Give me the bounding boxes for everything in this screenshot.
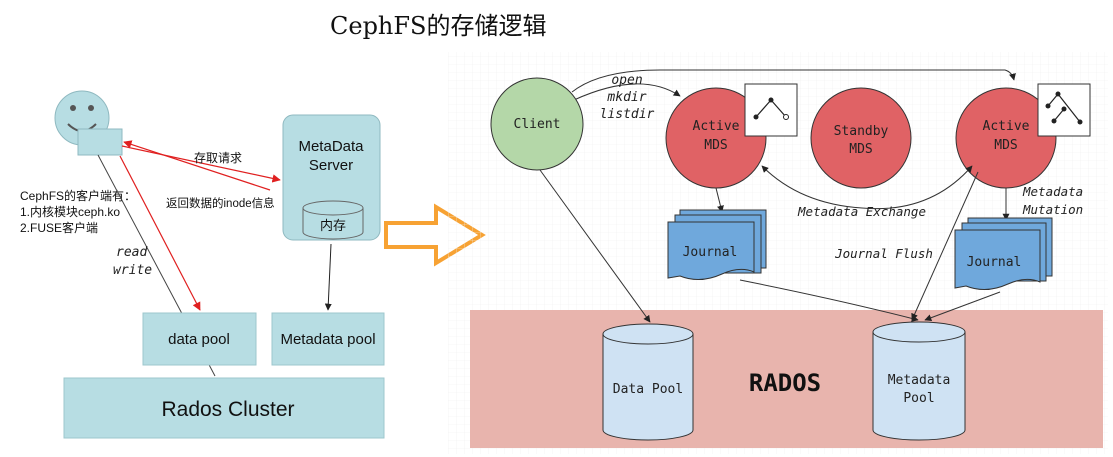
metadata-pool-box: Metadata pool [271, 312, 385, 366]
metadata-label: Metadata [1022, 184, 1083, 199]
return-arrow [123, 140, 271, 191]
page-title: CephFS的存储逻辑 [330, 12, 546, 40]
client-desc-line3: 2.FUSE客户端 [20, 220, 98, 235]
metadata-pool-cylinder-label2: Pool [903, 391, 934, 406]
journal-right-label: Journal [967, 255, 1022, 270]
standby-mds-label1: Standby [834, 124, 889, 139]
smiley-user-icon [54, 90, 123, 156]
mutation-label: Mutation [1022, 202, 1083, 217]
write-label: write [113, 263, 152, 278]
data-pool-label: data pool [168, 331, 230, 348]
data-pool-cylinder: Data Pool [602, 323, 694, 441]
left-diagram: MetaData Server 内存 存取请求 返回数据的inode信息 Cep… [20, 90, 385, 439]
memory-label: 内存 [320, 218, 346, 233]
op-listdir-label: listdir [600, 107, 655, 122]
op-open-label: open [611, 73, 642, 88]
metadata-pool-cylinder-label1: Metadata [888, 373, 951, 388]
active-mds-left-label2: MDS [704, 138, 727, 153]
rados-label: RADOS [749, 369, 821, 397]
read-label: read [116, 245, 147, 260]
request-label: 存取请求 [194, 151, 242, 165]
op-mkdir-label: mkdir [606, 90, 646, 105]
mds-to-metadata-pool-arrow [324, 243, 332, 311]
journal-left-label: Journal [683, 245, 738, 260]
data-pool-box: data pool [142, 312, 257, 366]
journal-left-stack: Journal [667, 209, 767, 280]
tree-icon [744, 83, 798, 137]
data-pool-cylinder-label: Data Pool [613, 382, 683, 397]
client-desc-line1: CephFS的客户端有： [20, 188, 136, 203]
cephfs-diagram: CephFS的存储逻辑 MetaData Server 内存 存取请求 返回数据… [20, 12, 1108, 454]
mds-label-line1: MetaData [298, 138, 364, 155]
active-mds-right-label1: Active [983, 119, 1030, 134]
client-label: Client [514, 117, 561, 132]
metadata-pool-cylinder: Metadata Pool [872, 321, 966, 441]
active-mds-right-label2: MDS [994, 138, 1017, 153]
mds-label-line2: Server [309, 157, 353, 174]
right-diagram: RADOS open mkdir listdir Client Active M… [448, 52, 1108, 454]
active-mds-left-label1: Active [693, 119, 740, 134]
metadata-exchange-label: Metadata Exchange [797, 204, 926, 219]
metadata-server-box: MetaData Server 内存 [282, 114, 381, 241]
rados-cluster-box: Rados Cluster [63, 377, 385, 439]
tree-icon [1037, 83, 1091, 137]
journal-right-stack: Journal [954, 217, 1053, 290]
memory-cylinder: 内存 [302, 200, 364, 240]
client-desc-line2: 1.内核模块ceph.ko [20, 205, 120, 219]
standby-mds-label2: MDS [849, 142, 872, 157]
read-write-arrow [119, 155, 201, 311]
journal-flush-label: Journal Flush [834, 246, 933, 261]
return-label: 返回数据的inode信息 [166, 196, 275, 210]
rados-cluster-label: Rados Cluster [161, 398, 294, 421]
metadata-pool-label: Metadata pool [280, 331, 375, 348]
